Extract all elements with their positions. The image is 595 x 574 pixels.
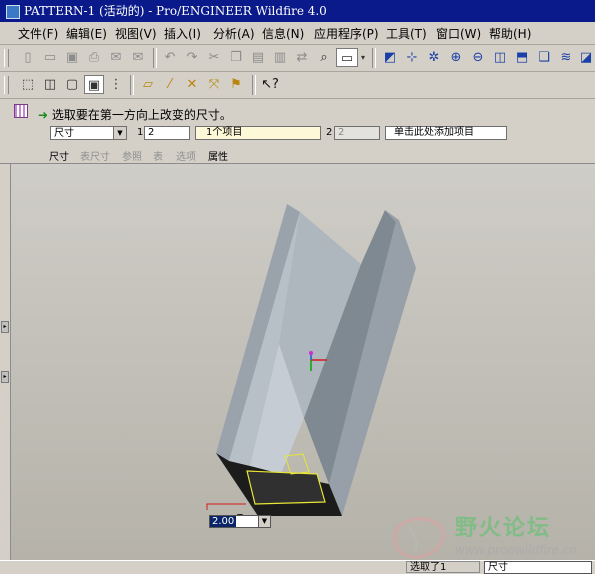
toolbar-separator <box>252 75 256 95</box>
annotations-icon[interactable]: ⚑ <box>226 75 246 94</box>
direction1-label: 1 <box>137 127 144 138</box>
prompt-text: 选取要在第一方向上改变的尺寸。 <box>51 108 232 122</box>
pattern-type-value: 尺寸 <box>54 128 74 139</box>
menu-info[interactable]: 信息(N) <box>262 25 304 42</box>
pattern-type-select[interactable]: 尺寸 ▼ <box>50 126 127 140</box>
wireframe-icon[interactable]: ⬚ <box>18 75 38 94</box>
direction1-count-value: 2 <box>148 127 155 138</box>
menu-applications[interactable]: 应用程序(P) <box>314 25 379 42</box>
model-tree-icon[interactable]: ⋮ <box>106 75 126 94</box>
title-bar: PATTERN-1 (活动的) - Pro/ENGINEER Wildfire … <box>0 0 595 22</box>
proe-window: PATTERN-1 (活动的) - Pro/ENGINEER Wildfire … <box>0 0 595 574</box>
spin-center-icon[interactable]: ⊹ <box>402 48 422 67</box>
window-title: PATTERN-1 (活动的) - Pro/ENGINEER Wildfire … <box>24 4 327 18</box>
watermark-url: www.proewildfire.cn <box>455 543 577 557</box>
redo-icon[interactable]: ↷ <box>182 48 202 67</box>
orient-mode-icon[interactable]: ✲ <box>424 48 444 67</box>
email-icon[interactable]: ✉ <box>106 48 126 67</box>
model-3d-view[interactable] <box>11 164 595 560</box>
save-icon[interactable]: ▣ <box>62 48 82 67</box>
tab-references[interactable]: 参照 <box>122 148 142 163</box>
menu-insert[interactable]: 插入(I) <box>164 25 201 42</box>
hidden-line-icon[interactable]: ◫ <box>40 75 60 94</box>
email-link-icon[interactable]: ✉ <box>128 48 148 67</box>
direction2-count-value: 2 <box>338 127 345 138</box>
direction1-count-field[interactable]: 2 <box>144 126 190 140</box>
layers-icon[interactable]: ≋ <box>556 48 576 67</box>
shading-icon[interactable]: ▣ <box>84 75 104 94</box>
collapse-arrow-icon[interactable]: ▸ <box>1 321 9 333</box>
repaint-icon[interactable]: ◩ <box>380 48 400 67</box>
toolbar-separator <box>130 75 134 95</box>
tab-dimensions[interactable]: 尺寸 <box>49 148 69 163</box>
menu-view[interactable]: 视图(V) <box>115 25 157 42</box>
datum-points-icon[interactable]: ✕ <box>182 75 202 94</box>
context-help-icon[interactable]: ↖? <box>260 75 280 94</box>
tab-tables[interactable]: 表 <box>153 148 163 163</box>
cut-sketch-outline <box>284 453 310 475</box>
chevron-down-icon[interactable]: ▼ <box>113 127 126 139</box>
appearance-icon[interactable]: ◪ <box>576 48 595 67</box>
datum-axes-icon[interactable]: ⁄ <box>160 75 180 94</box>
zoom-out-icon[interactable]: ⊖ <box>468 48 488 67</box>
paste-special-icon[interactable]: ▥ <box>270 48 290 67</box>
pattern-icon <box>14 104 28 118</box>
direction1-items-collector[interactable]: 1个项目 <box>195 126 321 140</box>
app-icon <box>6 5 20 19</box>
expand-arrow-icon[interactable]: ▸ <box>1 371 9 383</box>
chevron-down-icon[interactable]: ▼ <box>258 516 270 527</box>
toolbar-separator <box>372 48 376 68</box>
toolbar-grip[interactable] <box>4 76 9 94</box>
direction2-items-collector[interactable]: 单击此处添加项目 <box>385 126 507 140</box>
toolbar-separator <box>153 48 157 68</box>
tab-properties[interactable]: 属性 <box>208 148 228 163</box>
dimension-leader <box>206 503 246 510</box>
regenerate-icon[interactable]: ⇄ <box>292 48 312 67</box>
coord-origin <box>309 351 313 355</box>
message-prompt: ➜ 选取要在第一方向上改变的尺寸。 <box>38 106 232 123</box>
toolbar-grip[interactable] <box>4 49 9 67</box>
menu-tools[interactable]: 工具(T) <box>386 25 427 42</box>
print-icon[interactable]: ⎙ <box>84 48 104 67</box>
dimension-edit-field[interactable]: 2.00 ▼ <box>209 515 271 528</box>
main-toolbar: ▯ ▭ ▣ ⎙ ✉ ✉ ↶ ↷ ✂ ❐ ▤ ▥ ⇄ ⌕ ▭ ▾ ◩ ⊹ ✲ ⊕ … <box>0 45 595 72</box>
find-icon[interactable]: ⌕ <box>314 48 334 67</box>
direction2-count-field[interactable]: 2 <box>334 126 380 140</box>
menu-file[interactable]: 文件(F) <box>18 25 58 42</box>
selection-box-icon[interactable]: ▭ <box>336 48 358 67</box>
display-toolbar: ⬚ ◫ ▢ ▣ ⋮ ▱ ⁄ ✕ ⤧ ⚑ ↖? <box>0 72 595 99</box>
direction2-label: 2 <box>326 127 333 138</box>
zoom-in-icon[interactable]: ⊕ <box>446 48 466 67</box>
prompt-arrow-icon: ➜ <box>38 108 49 122</box>
menu-bar: 文件(F) 编辑(E) 视图(V) 插入(I) 分析(A) 信息(N) 应用程序… <box>0 22 595 45</box>
menu-analysis[interactable]: 分析(A) <box>213 25 255 42</box>
paste-icon[interactable]: ▤ <box>248 48 268 67</box>
graphics-window[interactable] <box>11 164 595 560</box>
new-file-icon[interactable]: ▯ <box>18 48 38 67</box>
no-hidden-icon[interactable]: ▢ <box>62 75 82 94</box>
copy-icon[interactable]: ❐ <box>226 48 246 67</box>
direction1-items-value: 1个项目 <box>206 127 243 138</box>
menu-edit[interactable]: 编辑(E) <box>66 25 107 42</box>
coord-sys-icon[interactable]: ⤧ <box>204 75 224 94</box>
tab-options[interactable]: 选项 <box>176 148 196 163</box>
side-panel-bar: ▸ ▸ <box>0 164 11 560</box>
reorient-icon[interactable]: ⬒ <box>512 48 532 67</box>
undo-icon[interactable]: ↶ <box>160 48 180 67</box>
menu-help[interactable]: 帮助(H) <box>489 25 531 42</box>
direction2-items-value: 单击此处添加项目 <box>394 127 474 138</box>
cut-icon[interactable]: ✂ <box>204 48 224 67</box>
tab-table-dimensions[interactable]: 表尺寸 <box>80 148 110 163</box>
dimension-value[interactable]: 2.00 <box>210 516 237 527</box>
watermark-title: 野火论坛 <box>455 516 552 541</box>
open-file-icon[interactable]: ▭ <box>40 48 60 67</box>
datum-planes-icon[interactable]: ▱ <box>138 75 158 94</box>
selected-cut-feature[interactable] <box>246 470 326 505</box>
menu-window[interactable]: 窗口(W) <box>436 25 481 42</box>
refit-icon[interactable]: ◫ <box>490 48 510 67</box>
selection-dropdown-icon[interactable]: ▾ <box>358 48 368 67</box>
saved-views-icon[interactable]: ❏ <box>534 48 554 67</box>
